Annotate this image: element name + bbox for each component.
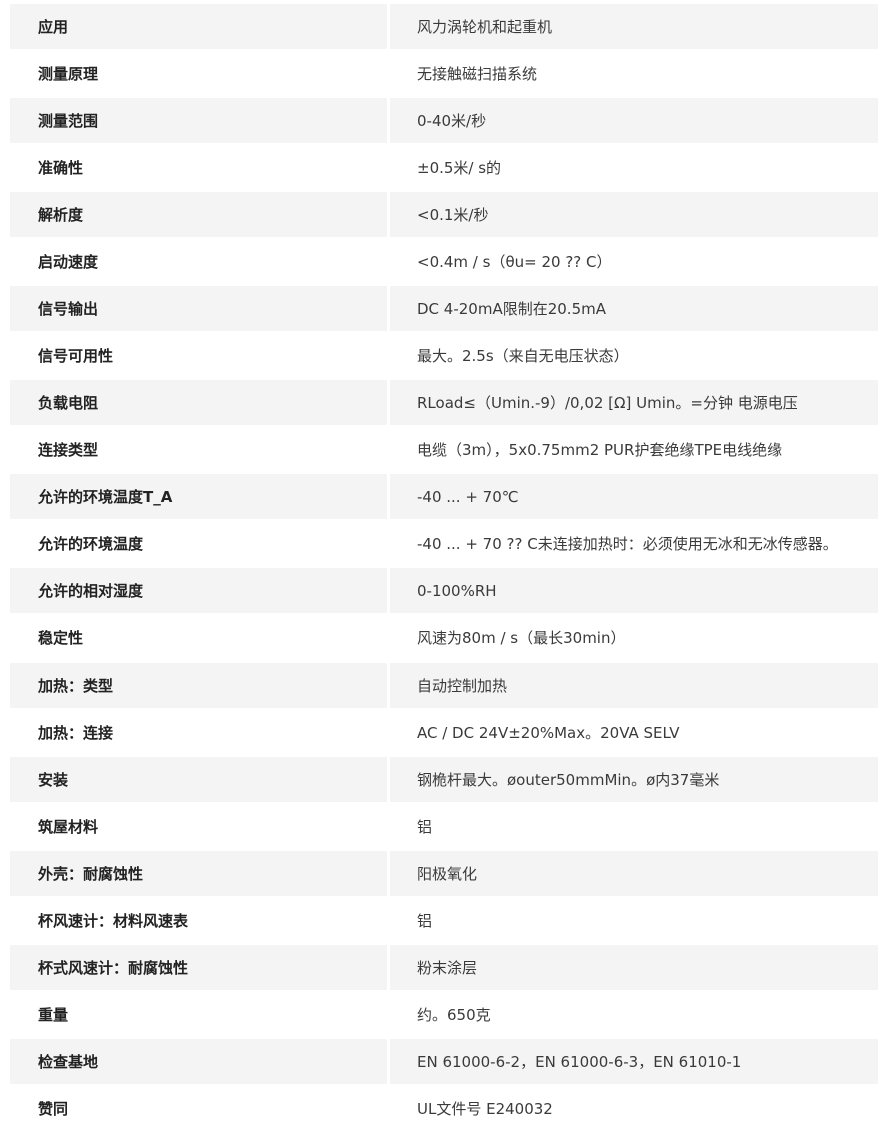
- row-label: 赞同: [10, 1086, 387, 1131]
- row-label: 杯式风速计：耐腐蚀性: [10, 945, 387, 990]
- table-row: 杯风速计：材料风速表铝: [10, 898, 878, 943]
- table-row: 负载电阻 RLoad≤（Umin.-9）/0,02 [Ω] Umin。=分钟 电源…: [10, 380, 878, 425]
- row-label: 连接类型: [10, 427, 387, 472]
- table-row: 应用 风力涡轮机和起重机: [10, 4, 878, 49]
- row-label: 解析度: [10, 192, 387, 237]
- row-value: UL文件号 E240032: [390, 1086, 878, 1131]
- row-label: 加热：类型: [10, 663, 387, 708]
- row-value: 铝: [390, 898, 878, 943]
- row-label: 筑屋材料: [10, 804, 387, 849]
- row-value: -40 ... + 70 ?? C未连接加热时：必须使用无冰和无冰传感器。: [390, 521, 878, 566]
- row-value: 无接触磁扫描系统: [390, 51, 878, 96]
- table-row: 筑屋材料铝: [10, 804, 878, 849]
- row-label: 外壳：耐腐蚀性: [10, 851, 387, 896]
- row-value: EN 61000-6-2，EN 61000-6-3，EN 61010-1: [390, 1039, 878, 1084]
- row-label: 启动速度: [10, 239, 387, 284]
- table-row: 稳定性 风速为80m / s（最长30min）: [10, 615, 878, 660]
- row-value: <0.4m / s（θu= 20 ?? C）: [390, 239, 878, 284]
- row-label: 应用: [10, 4, 387, 49]
- row-label: 杯风速计：材料风速表: [10, 898, 387, 943]
- row-value: RLoad≤（Umin.-9）/0,02 [Ω] Umin。=分钟 电源电压: [390, 380, 878, 425]
- table-row: 允许的环境温度 -40 ... + 70 ?? C未连接加热时：必须使用无冰和无冰…: [10, 521, 878, 566]
- row-value: <0.1米/秒: [390, 192, 878, 237]
- row-label: 稳定性: [10, 615, 387, 660]
- table-row: 连接类型 电缆（3m），5x0.75mm2 PUR护套绝缘TPE电线绝缘: [10, 427, 878, 472]
- row-value: 自动控制加热: [390, 663, 878, 708]
- table-row: 允许的环境温度T_A -40 ... + 70℃: [10, 474, 878, 519]
- table-row: 允许的相对湿度 0-100%RH: [10, 568, 878, 613]
- table-row: 解析度 <0.1米/秒: [10, 192, 878, 237]
- table-row: 检查基地 EN 61000-6-2，EN 61000-6-3，EN 61010-1: [10, 1039, 878, 1084]
- table-row: 信号可用性 最大。2.5s（来自无电压状态）: [10, 333, 878, 378]
- row-value: 阳极氧化: [390, 851, 878, 896]
- row-label: 测量范围: [10, 98, 387, 143]
- row-value: 电缆（3m），5x0.75mm2 PUR护套绝缘TPE电线绝缘: [390, 427, 878, 472]
- row-value: 0-40米/秒: [390, 98, 878, 143]
- table-row: 加热：类型 自动控制加热: [10, 663, 878, 708]
- table-row: 启动速度 <0.4m / s（θu= 20 ?? C）: [10, 239, 878, 284]
- table-row: 外壳：耐腐蚀性 阳极氧化: [10, 851, 878, 896]
- row-label: 信号输出: [10, 286, 387, 331]
- row-value: 约。650克: [390, 992, 878, 1037]
- table-row: 准确性 ±0.5米/ s的: [10, 145, 878, 190]
- table-row: 测量原理 无接触磁扫描系统: [10, 51, 878, 96]
- row-label: 重量: [10, 992, 387, 1037]
- row-label: 负载电阻: [10, 380, 387, 425]
- row-value: -40 ... + 70℃: [390, 474, 878, 519]
- table-row: 杯式风速计：耐腐蚀性 粉末涂层: [10, 945, 878, 990]
- row-label: 允许的环境温度T_A: [10, 474, 387, 519]
- row-label: 准确性: [10, 145, 387, 190]
- row-label: 安装: [10, 757, 387, 802]
- row-value: 粉末涂层: [390, 945, 878, 990]
- row-value: 铝: [390, 804, 878, 849]
- row-value: AC / DC 24V±20%Max。20VA SELV: [390, 710, 878, 755]
- row-value: 钢桅杆最大。øouter50mmMin。ø内37毫米: [390, 757, 878, 802]
- table-row: 信号输出 DC 4-20mA限制在20.5mA: [10, 286, 878, 331]
- row-label: 加热：连接: [10, 710, 387, 755]
- row-value: DC 4-20mA限制在20.5mA: [390, 286, 878, 331]
- row-value: 风力涡轮机和起重机: [390, 4, 878, 49]
- table-row: 加热：连接 AC / DC 24V±20%Max。20VA SELV: [10, 710, 878, 755]
- spec-table: 应用 风力涡轮机和起重机 测量原理 无接触磁扫描系统 测量范围 0-40米/秒 准确性…: [10, 4, 878, 1133]
- row-label: 允许的环境温度: [10, 521, 387, 566]
- row-label: 信号可用性: [10, 333, 387, 378]
- row-value: 风速为80m / s（最长30min）: [390, 615, 878, 660]
- table-row: 测量范围 0-40米/秒: [10, 98, 878, 143]
- row-value: ±0.5米/ s的: [390, 145, 878, 190]
- row-label: 检查基地: [10, 1039, 387, 1084]
- row-label: 允许的相对湿度: [10, 568, 387, 613]
- row-value: 0-100%RH: [390, 568, 878, 613]
- row-label: 测量原理: [10, 51, 387, 96]
- table-row: 重量 约。650克: [10, 992, 878, 1037]
- table-row: 安装 钢桅杆最大。øouter50mmMin。ø内37毫米: [10, 757, 878, 802]
- row-value: 最大。2.5s（来自无电压状态）: [390, 333, 878, 378]
- table-row: 赞同 UL文件号 E240032: [10, 1086, 878, 1131]
